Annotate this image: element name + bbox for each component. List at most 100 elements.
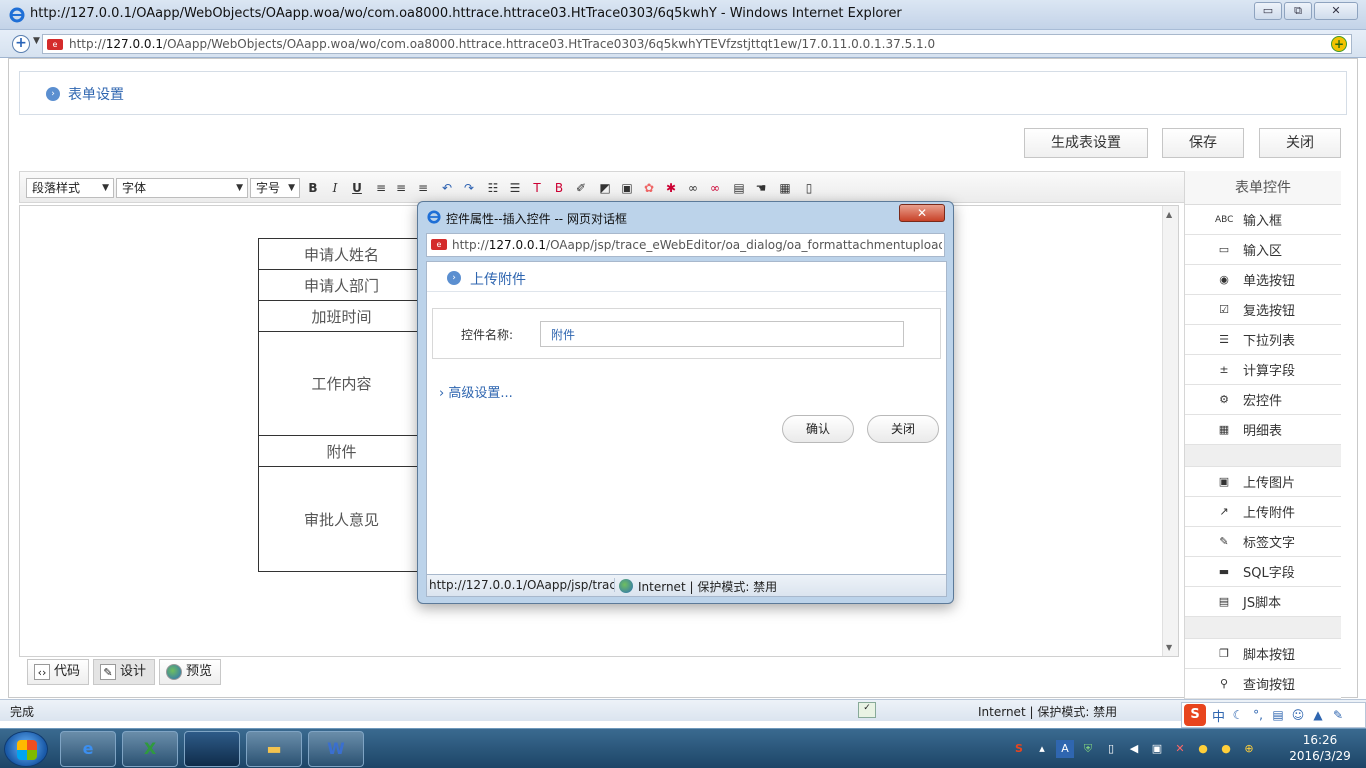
chevron-up-icon[interactable]: ▴ [1033,740,1051,758]
tab-code[interactable]: ‹› 代码 [27,659,90,685]
font-select[interactable]: 字体 ▼ [116,178,248,198]
qq-icon[interactable]: ● [1194,740,1212,758]
tab-preview[interactable]: 预览 [159,659,222,685]
bg-color-icon[interactable]: B [550,179,568,197]
align-center-icon[interactable]: ≡ [392,179,410,197]
control-item[interactable]: ⚲ 查询按钮 [1185,669,1341,699]
table-cell[interactable]: 工作内容 [258,331,425,436]
confirm-button[interactable]: 确认 [782,415,854,443]
insert-image-icon[interactable]: ▣ [618,179,636,197]
sogou-tray-icon[interactable]: S [1010,740,1028,758]
wrench-icon[interactable]: ✎ [1331,708,1345,722]
table-cell[interactable]: 申请人部门 [258,269,425,301]
control-item[interactable]: ✎ 标签文字 [1185,527,1341,557]
device-icon[interactable]: ▯ [1102,740,1120,758]
generate-table-button[interactable]: 生成表设置 [1024,128,1148,158]
control-item[interactable]: ▬ SQL字段 [1185,557,1341,587]
control-item[interactable]: ❐ 脚本按钮 [1185,639,1341,669]
text-color-icon[interactable]: T [528,179,546,197]
control-item[interactable]: ± 计算字段 [1185,355,1341,385]
update-icon[interactable]: ⊕ [1240,740,1258,758]
network-icon[interactable]: ▣ [1148,740,1166,758]
compat-view-icon[interactable]: + [1331,36,1347,52]
new-page-icon[interactable]: ▯ [800,179,818,197]
sogou-icon[interactable]: S [1184,704,1206,726]
globe-icon [619,579,633,593]
control-item[interactable]: ↗ 上传附件 [1185,497,1341,527]
editor-scrollbar[interactable]: ▲ ▼ [1162,206,1178,656]
scroll-down-icon[interactable]: ▼ [1166,643,1172,652]
user-icon[interactable]: ☺ [1291,708,1305,722]
punctuation-icon[interactable]: °, [1251,708,1265,722]
chevron-down-icon: ▼ [236,183,243,193]
numbered-list-icon[interactable]: ☷ [484,179,502,197]
table-cell[interactable]: 附件 [258,435,425,467]
moon-icon[interactable]: ☾ [1231,708,1245,722]
scroll-up-icon[interactable]: ▲ [1166,210,1172,219]
hand-icon[interactable]: ☚ [752,179,770,197]
window-controls: ▭ ⧉ ✕ [1252,2,1358,20]
unlink-icon[interactable]: ∞ [706,179,724,197]
qq-icon-2[interactable]: ● [1217,740,1235,758]
desktop-taskbar-button[interactable] [184,731,240,767]
undo-icon[interactable]: ↶ [438,179,456,197]
tab-design[interactable]: ✎ 设计 [93,659,156,685]
word-taskbar-button[interactable]: W [308,731,364,767]
draw-icon[interactable]: ◩ [596,179,614,197]
start-button[interactable] [4,731,48,767]
table-cell[interactable]: 加班时间 [258,300,425,332]
redo-icon[interactable]: ↷ [460,179,478,197]
ime-mode[interactable]: 中 [1212,706,1225,725]
special-char-icon[interactable]: ✱ [662,179,680,197]
url-field[interactable]: e http://127.0.0.1/OAapp/WebObjects/OAap… [42,34,1352,54]
close-button[interactable]: 关闭 [1259,128,1341,158]
flag-icon[interactable]: ✕ [1171,740,1189,758]
control-item[interactable]: ◉ 单选按钮 [1185,265,1341,295]
restore-button[interactable]: ⧉ [1284,2,1312,20]
clock[interactable]: 16:26 2016/3/29 [1284,732,1356,764]
table-cell[interactable]: 审批人意见 [258,466,425,572]
control-item[interactable]: ⚙ 宏控件 [1185,385,1341,415]
format-painter-icon[interactable]: ✐ [572,179,590,197]
control-item[interactable]: ▤ JS脚本 [1185,587,1341,617]
new-tab-icon[interactable]: + [12,35,30,53]
control-item[interactable]: ABC 输入框 [1185,205,1341,235]
control-item[interactable]: ☰ 下拉列表 [1185,325,1341,355]
excel-taskbar-button[interactable]: X [122,731,178,767]
control-item[interactable]: ☑ 复选按钮 [1185,295,1341,325]
shirt-icon[interactable]: ▲ [1311,708,1325,722]
controls-panel: 表单控件 ABC 输入框 ▭ 输入区 ◉ 单选按钮 ☑ 复选按钮 ☰ 下拉列表 ± 计算字段… [1184,171,1341,699]
control-item[interactable]: ▭ 输入区 [1185,235,1341,265]
italic-button[interactable]: I [326,179,344,197]
dialog-cancel-button[interactable]: 关闭 [867,415,939,443]
control-item[interactable]: ▦ 明细表 [1185,415,1341,445]
volume-icon[interactable]: ◀ [1125,740,1143,758]
align-right-icon[interactable]: ≡ [414,179,432,197]
save-button[interactable]: 保存 [1162,128,1244,158]
paragraph-style-select[interactable]: 段落样式 ▼ [26,178,114,198]
bold-button[interactable]: B [304,179,322,197]
media-icon[interactable]: ✿ [640,179,658,197]
underline-button[interactable]: U [348,179,366,197]
dialog-close-button[interactable]: ✕ [899,204,945,222]
link-icon[interactable]: ∞ [684,179,702,197]
explorer-taskbar-button[interactable]: ▬ [246,731,302,767]
minimize-button[interactable]: ▭ [1254,2,1282,20]
table-row: 审批人意见 [258,466,425,572]
ie-taskbar-button[interactable]: e [60,731,116,767]
bullet-list-icon[interactable]: ☰ [506,179,524,197]
advanced-settings-link[interactable]: › 高级设置... [439,382,513,401]
keyboard-icon[interactable]: ▤ [1271,708,1285,722]
control-item[interactable]: ▣ 上传图片 [1185,467,1341,497]
security-icon[interactable]: ✓ [858,702,876,718]
align-left-icon[interactable]: ≡ [372,179,390,197]
table-cell[interactable]: 申请人姓名 [258,238,425,270]
chevron-down-icon[interactable]: ▼ [33,36,40,46]
a-icon[interactable]: A [1056,740,1074,758]
shield-icon[interactable]: ⛨ [1079,740,1097,758]
font-size-select[interactable]: 字号 ▼ [250,178,300,198]
close-window-button[interactable]: ✕ [1314,2,1358,20]
control-name-input[interactable] [540,321,904,347]
table-icon[interactable]: ▦ [776,179,794,197]
calendar-icon[interactable]: ▤ [730,179,748,197]
